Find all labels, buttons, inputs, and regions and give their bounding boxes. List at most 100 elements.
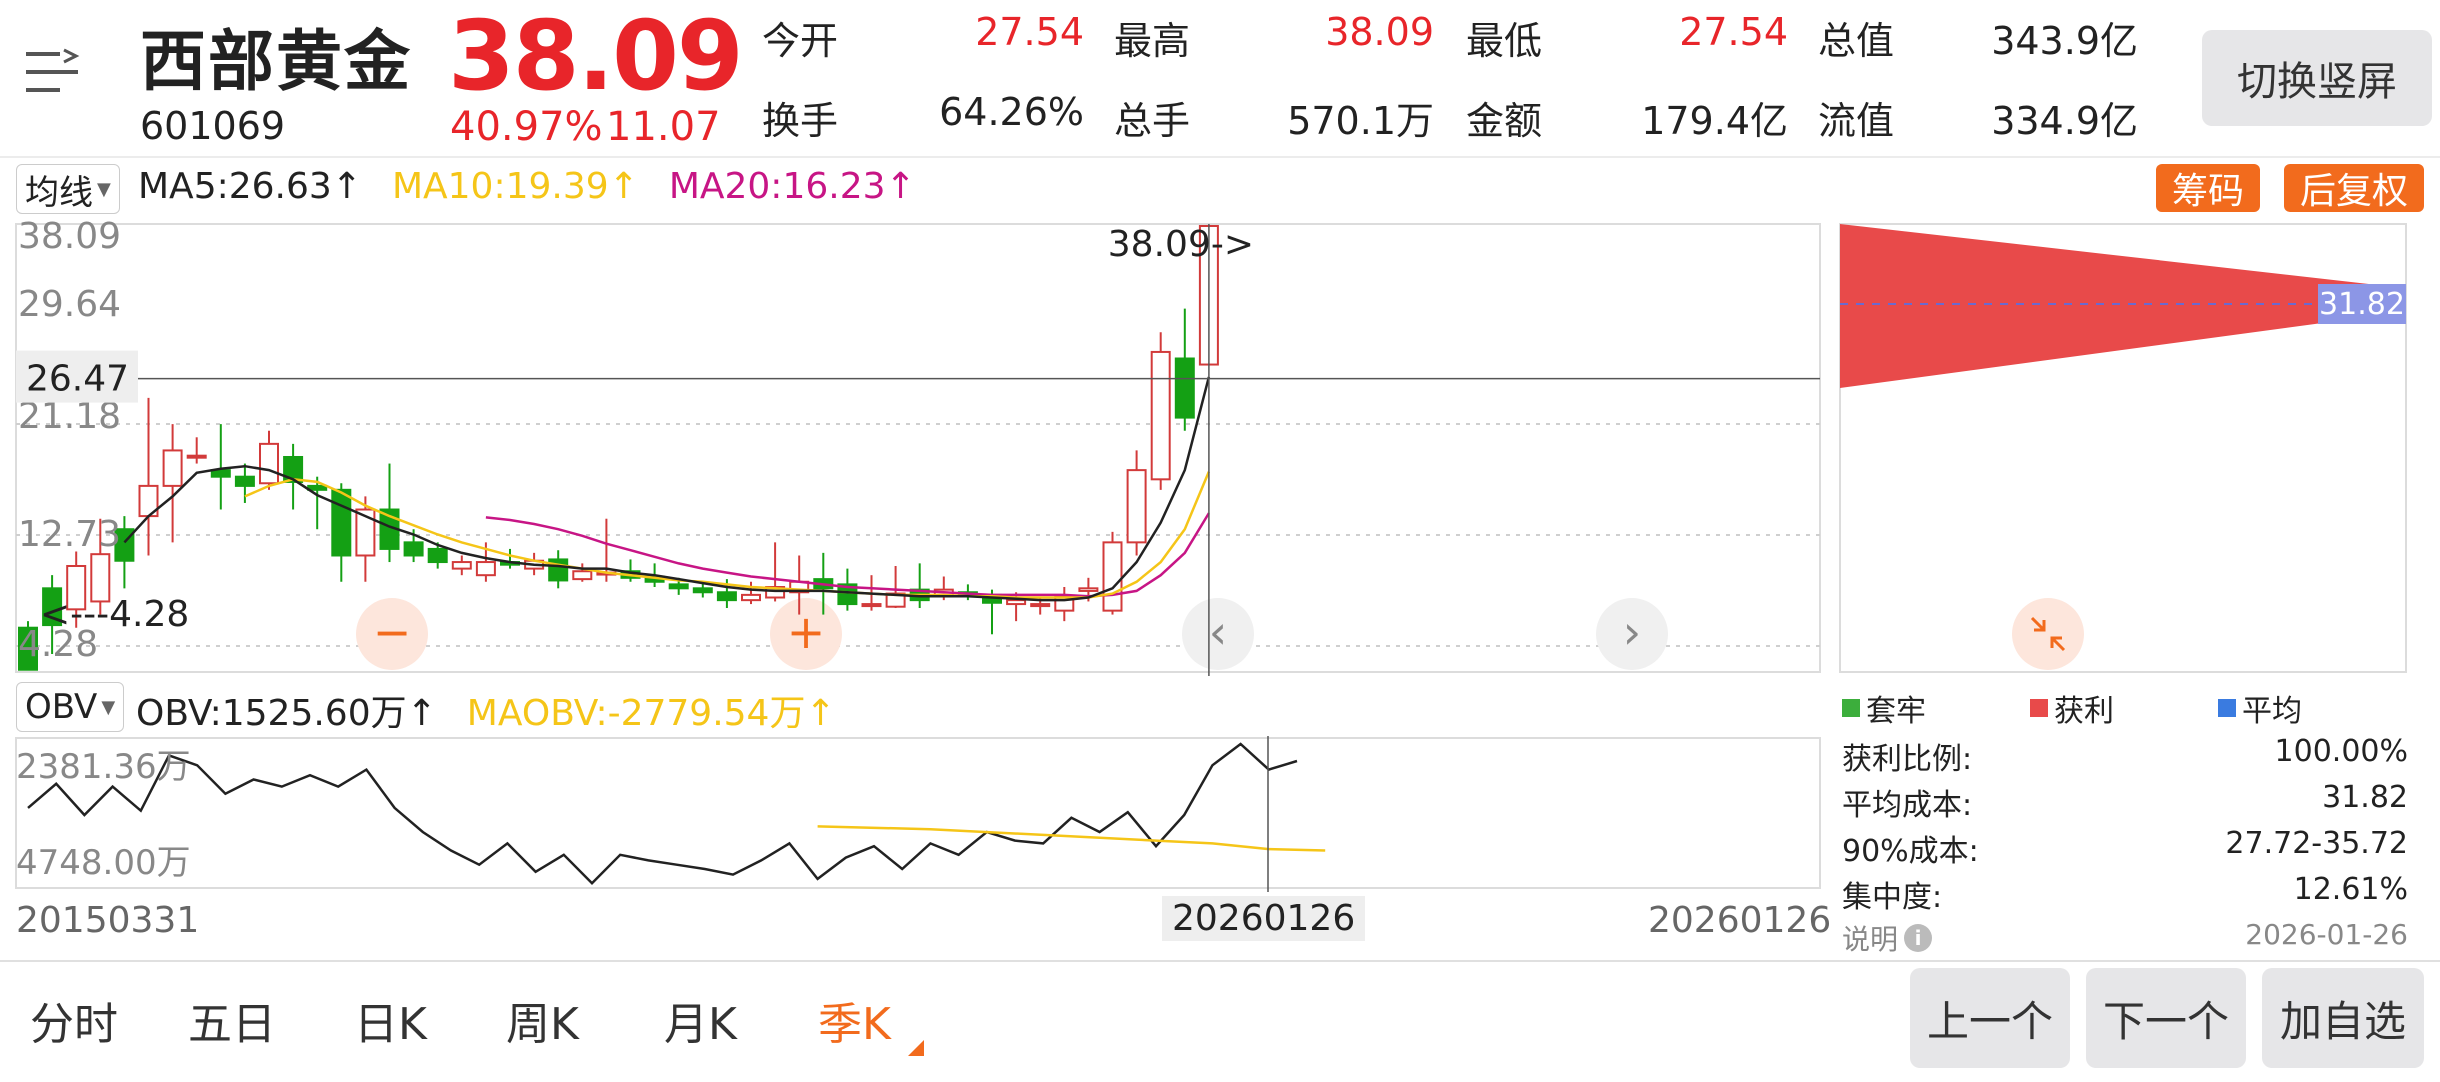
stock-name: 西部黄金: [140, 23, 412, 100]
stat-label-low: 最低: [1466, 19, 1543, 63]
stat-label-turnover: 换手: [762, 99, 839, 143]
change-amount: 11.07: [606, 104, 721, 150]
candle-body: [451, 561, 472, 570]
add-watchlist-button[interactable]: 加自选: [2262, 968, 2424, 1068]
date-start-label: 20150331: [16, 900, 200, 941]
obv-y-top-label: 2381.36万: [16, 747, 191, 787]
stat-label-float-value: 流值: [1818, 99, 1895, 143]
adjust-rights-button[interactable]: 后复权: [2284, 164, 2424, 212]
crosshair-date-label: 20260126: [1162, 896, 1366, 941]
stat-value-turnover: 64.26%: [939, 90, 1084, 134]
stat-value-low: 27.54: [1679, 10, 1788, 54]
menu-icon[interactable]: [24, 46, 80, 102]
stat-value-high: 38.09: [1325, 10, 1434, 54]
maobv-label: MAOBV:-2779.54万↑: [466, 693, 836, 734]
obv-label: OBV:1525.60万↑: [136, 693, 437, 734]
chips-row-label: 90%成本:: [1842, 834, 1979, 869]
chips-legend-average: 平均: [2218, 686, 2302, 730]
change-percent: 40.97%: [450, 104, 603, 150]
ma20-label: MA20:16.23↑: [668, 166, 916, 207]
y-axis-label: 12.73: [18, 514, 121, 555]
indicator-selector-ma[interactable]: 均线 ▼: [16, 164, 120, 214]
chips-row-value: 31.82: [2322, 780, 2408, 815]
scroll-right-icon[interactable]: ›: [1596, 598, 1668, 670]
crosshair-value-label: 26.47: [26, 359, 129, 400]
tab-intraday[interactable]: 分时: [30, 988, 118, 1052]
stat-label-total-value: 总值: [1818, 19, 1895, 63]
indicator-selector-label: 均线: [25, 172, 93, 213]
ma-legend: MA5:26.63↑ MA10:19.39↑ MA20:16.23↑: [138, 166, 916, 207]
chips-date: 2026-01-26: [2245, 918, 2408, 951]
chips-legend-trapped: 套牢: [1842, 686, 2030, 730]
legend-swatch: [1842, 699, 1860, 717]
tab-monthly-k[interactable]: 月K: [664, 988, 737, 1052]
legend-swatch: [2030, 699, 2048, 717]
ma5-label: MA5:26.63↑: [138, 166, 362, 207]
obv-frame: [15, 737, 1821, 889]
candle-body: [1126, 469, 1147, 544]
next-button[interactable]: 下一个: [2086, 968, 2246, 1068]
stat-value-volume: 570.1万: [1287, 99, 1434, 143]
scroll-left-icon[interactable]: ‹: [1182, 598, 1254, 670]
chips-button[interactable]: 筹码: [2156, 164, 2260, 212]
stat-value-total-value: 343.9亿: [1991, 19, 2138, 63]
header-divider: [0, 156, 2440, 158]
stat-value-float-value: 334.9亿: [1991, 99, 2138, 143]
chips-row-label: 获利比例:: [1842, 742, 1973, 777]
candle-body: [331, 488, 352, 557]
maobv-line: [817, 825, 1326, 852]
ma10-label: MA10:19.39↑: [391, 166, 639, 207]
candle-body: [427, 547, 448, 564]
tab-five-day[interactable]: 五日: [188, 988, 276, 1052]
chips-row-value: 100.00%: [2274, 734, 2408, 769]
switch-portrait-button[interactable]: 切换竖屏: [2202, 30, 2432, 126]
candle-body: [1150, 350, 1171, 481]
kline-chart[interactable]: − + ‹ ›38.0929.6421.1812.734.2826.4738.09->…: [0, 216, 1830, 676]
chips-row-label: 集中度:: [1842, 880, 1943, 915]
chips-row-label: 平均成本:: [1842, 788, 1973, 823]
candle-body: [1174, 357, 1195, 419]
obv-selector-label: OBV: [25, 687, 98, 727]
chips-distribution-chart: 31.82: [1839, 223, 2407, 673]
obv-y-bottom-label: 4748.00万: [16, 843, 191, 883]
average-cost-label: 31.82: [2319, 287, 2405, 322]
candle-body: [668, 583, 689, 590]
candle-body: [1078, 587, 1099, 592]
candle-body: [572, 570, 593, 581]
control-glyph: ‹: [1209, 605, 1227, 659]
high-price-marker: 38.09->: [1108, 224, 1254, 265]
candle-body: [259, 442, 279, 485]
zoom-out-icon[interactable]: −: [356, 598, 428, 670]
obv-line: [27, 742, 1298, 885]
stat-label-volume: 总手: [1114, 99, 1191, 143]
control-glyph: −: [373, 605, 412, 659]
y-axis-label: 38.09: [18, 216, 121, 257]
previous-button[interactable]: 上一个: [1910, 968, 2070, 1068]
info-icon: i: [1904, 924, 1933, 952]
date-end-label: 20260126: [1648, 900, 1832, 941]
y-axis-label: 29.64: [18, 284, 121, 325]
indicator-selector-obv[interactable]: OBV ▼: [16, 682, 125, 732]
candle-body: [403, 541, 424, 557]
zoom-in-icon[interactable]: +: [770, 598, 842, 670]
chips-explain-label: 说明: [1842, 923, 1899, 956]
ma5-line: [123, 376, 1211, 602]
tab-daily-k[interactable]: 日K: [354, 988, 427, 1052]
candle-body: [692, 587, 713, 594]
tab-weekly-k[interactable]: 周K: [506, 988, 579, 1052]
chips-row-value: 27.72-35.72: [2225, 826, 2408, 861]
candle-body: [861, 603, 882, 608]
dropdown-arrow-icon: ▼: [101, 696, 116, 718]
stat-value-open: 27.54: [975, 10, 1084, 54]
tab-more-corner-icon: [908, 1040, 924, 1056]
obv-chart[interactable]: 2381.36万 4748.00万: [0, 736, 1830, 892]
stock-code: 601069: [140, 104, 286, 148]
chips-explain-link[interactable]: 说明 i: [1842, 918, 1933, 958]
candle-body: [162, 449, 183, 487]
tab-quarterly-k[interactable]: 季K: [818, 988, 891, 1052]
collapse-icon[interactable]: [2012, 598, 2084, 670]
low-price-marker: <---4.28: [40, 594, 189, 635]
stat-value-amount: 179.4亿: [1641, 99, 1788, 143]
control-circle: [2012, 598, 2084, 670]
legend-swatch: [2218, 699, 2236, 717]
